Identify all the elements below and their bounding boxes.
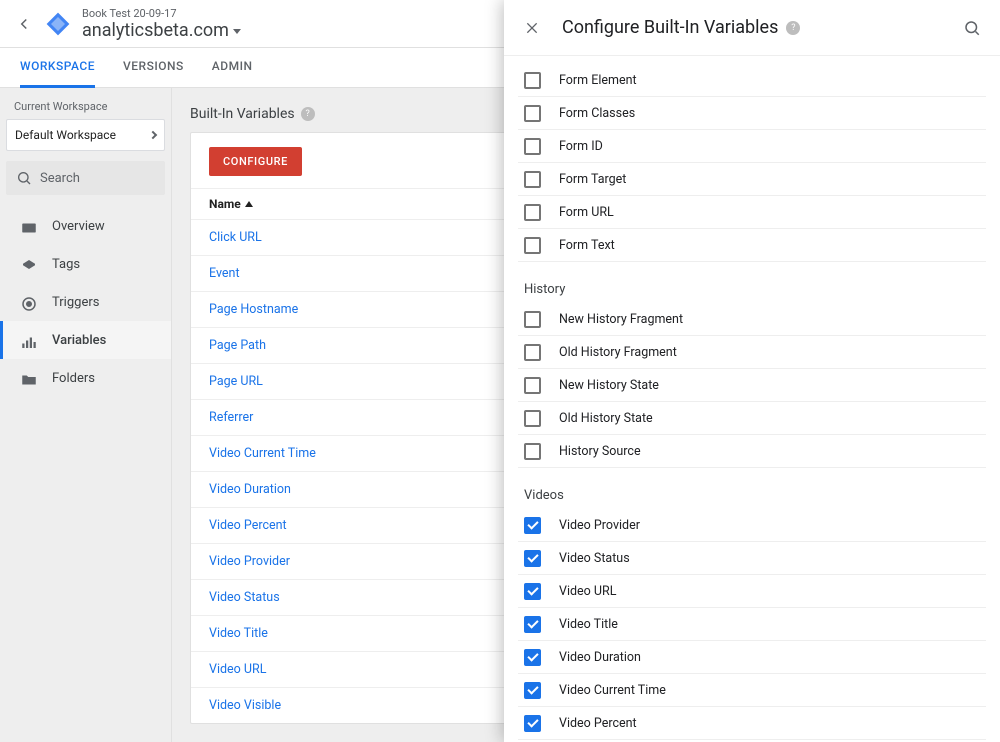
variable-option[interactable]: History Source <box>518 435 986 468</box>
variable-option[interactable]: Old History Fragment <box>518 336 986 369</box>
option-label: Old History Fragment <box>559 345 677 360</box>
variable-option[interactable]: Form Classes <box>518 97 986 130</box>
variable-option[interactable]: Form URL <box>518 196 986 229</box>
variable-option[interactable]: Video Status <box>518 542 986 575</box>
tab-admin[interactable]: ADMIN <box>212 48 253 88</box>
overview-icon <box>20 219 38 233</box>
variable-option[interactable]: Video Current Time <box>518 674 986 707</box>
checkbox[interactable] <box>524 682 541 699</box>
option-label: Video Status <box>559 551 630 566</box>
chevron-right-icon <box>149 131 157 139</box>
variable-option[interactable]: Video Duration <box>518 641 986 674</box>
breadcrumb[interactable]: Book Test 20-09-17 <box>82 7 241 20</box>
sidebar-item-variables[interactable]: Variables <box>0 321 171 359</box>
tags-icon <box>20 257 38 271</box>
option-label: New History Fragment <box>559 312 683 327</box>
variable-option[interactable]: Form ID <box>518 130 986 163</box>
tab-versions[interactable]: VERSIONS <box>123 48 184 88</box>
variable-option[interactable]: New History Fragment <box>518 303 986 336</box>
option-label: Video Duration <box>559 650 641 665</box>
variable-option[interactable]: Form Target <box>518 163 986 196</box>
checkbox[interactable] <box>524 583 541 600</box>
option-label: Form Element <box>559 73 637 88</box>
close-button[interactable] <box>520 16 544 40</box>
variable-option[interactable]: Old History State <box>518 402 986 435</box>
variable-option[interactable]: New History State <box>518 369 986 402</box>
sidebar-item-folders[interactable]: Folders <box>0 359 171 397</box>
help-icon[interactable]: ? <box>786 21 800 35</box>
workspace-selector[interactable]: Default Workspace <box>6 119 165 151</box>
checkbox[interactable] <box>524 138 541 155</box>
option-label: Video Title <box>559 617 618 632</box>
sidebar-item-label: Tags <box>52 257 80 272</box>
checkbox[interactable] <box>524 649 541 666</box>
option-label: Form Classes <box>559 106 635 121</box>
tab-workspace[interactable]: WORKSPACE <box>20 48 95 88</box>
sidebar-item-triggers[interactable]: Triggers <box>0 283 171 321</box>
variable-option[interactable]: Form Text <box>518 229 986 262</box>
option-label: New History State <box>559 378 659 393</box>
sidebar-item-label: Variables <box>52 333 106 348</box>
checkbox[interactable] <box>524 377 541 394</box>
sidebar-item-label: Overview <box>52 219 105 234</box>
back-button[interactable] <box>8 8 40 40</box>
sort-asc-icon <box>245 201 253 207</box>
option-label: History Source <box>559 444 641 459</box>
sidebar-item-overview[interactable]: Overview <box>0 207 171 245</box>
search-icon <box>16 170 32 186</box>
option-label: Old History State <box>559 411 653 426</box>
chevron-down-icon <box>233 29 241 34</box>
variable-option[interactable]: Form Element <box>518 64 986 97</box>
builtin-title: Built-In Variables <box>190 106 295 122</box>
checkbox[interactable] <box>524 517 541 534</box>
folders-icon <box>20 371 38 385</box>
checkbox[interactable] <box>524 171 541 188</box>
variable-option[interactable]: Video URL <box>518 575 986 608</box>
option-label: Video URL <box>559 584 616 599</box>
sidebar-item-label: Folders <box>52 371 95 386</box>
variable-option[interactable]: Video Title <box>518 608 986 641</box>
option-label: Video Provider <box>559 518 640 533</box>
sidebar-item-tags[interactable]: Tags <box>0 245 171 283</box>
triggers-icon <box>20 295 38 309</box>
variables-icon <box>20 333 38 347</box>
workspace-name: Default Workspace <box>15 128 116 142</box>
option-label: Video Percent <box>559 716 637 731</box>
checkbox[interactable] <box>524 616 541 633</box>
search-input[interactable]: Search <box>6 161 165 195</box>
container-selector[interactable]: analyticsbeta.com <box>82 20 241 41</box>
option-label: Form Target <box>559 172 626 187</box>
current-workspace-label: Current Workspace <box>0 88 171 119</box>
option-label: Form URL <box>559 205 614 220</box>
checkbox[interactable] <box>524 550 541 567</box>
checkbox[interactable] <box>524 72 541 89</box>
option-label: Video Current Time <box>559 683 666 698</box>
checkbox[interactable] <box>524 204 541 221</box>
checkbox[interactable] <box>524 237 541 254</box>
option-label: Form ID <box>559 139 603 154</box>
checkbox[interactable] <box>524 443 541 460</box>
checkbox[interactable] <box>524 105 541 122</box>
group-title: Videos <box>518 468 986 509</box>
variable-option[interactable]: Video Percent <box>518 707 986 740</box>
checkbox[interactable] <box>524 410 541 427</box>
panel-title: Configure Built-In Variables <box>562 17 778 38</box>
group-title: History <box>518 262 986 303</box>
option-label: Form Text <box>559 238 615 253</box>
checkbox[interactable] <box>524 311 541 328</box>
gtm-logo-icon <box>44 10 72 38</box>
checkbox[interactable] <box>524 715 541 732</box>
name-header: Name <box>209 197 241 211</box>
configure-panel: Configure Built-In Variables ? Form Elem… <box>504 0 1000 742</box>
variable-option[interactable]: Video Provider <box>518 509 986 542</box>
search-placeholder: Search <box>40 171 80 186</box>
help-icon[interactable]: ? <box>301 107 315 121</box>
panel-search-button[interactable] <box>960 16 984 40</box>
checkbox[interactable] <box>524 344 541 361</box>
sidebar-item-label: Triggers <box>52 295 99 310</box>
container-name: analyticsbeta.com <box>82 20 229 41</box>
configure-button[interactable]: CONFIGURE <box>209 147 302 176</box>
